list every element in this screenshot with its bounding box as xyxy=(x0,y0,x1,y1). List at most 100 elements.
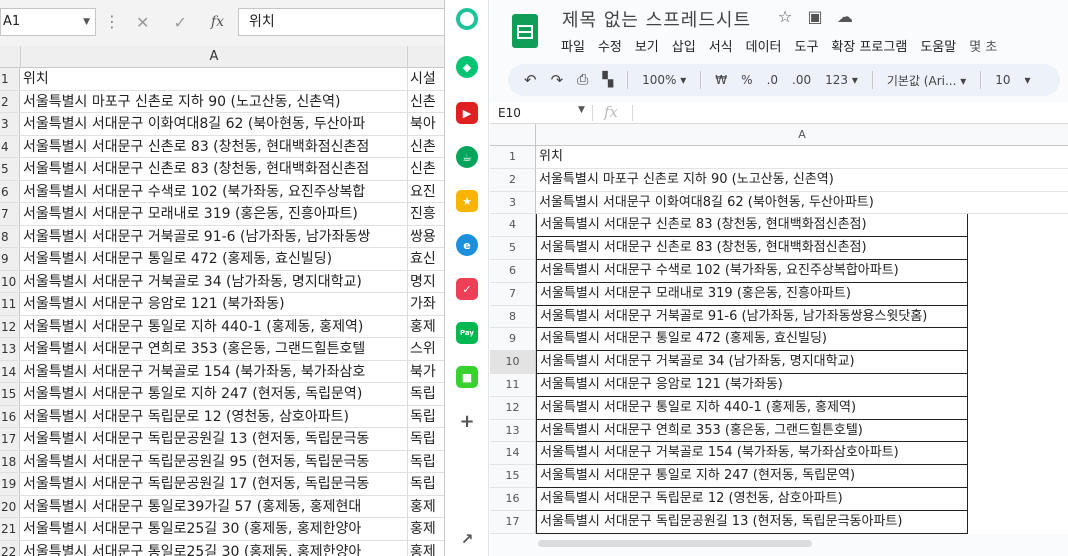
row-header[interactable]: 4 xyxy=(490,214,536,238)
row-header[interactable]: 3 xyxy=(0,113,20,135)
cell-location[interactable]: 서울특별시 서대문구 독립문로 12 (영천동, 삼호아파트) xyxy=(536,487,968,511)
row-header[interactable]: 13 xyxy=(0,338,20,360)
row-header[interactable]: 2 xyxy=(0,90,20,112)
row-header[interactable]: 14 xyxy=(0,360,20,382)
insert-function-icon[interactable]: fx xyxy=(211,14,224,30)
row-header[interactable]: 21 xyxy=(0,518,20,540)
row-header[interactable]: 5 xyxy=(490,237,536,260)
document-title[interactable]: 제목 없는 스프레드시트 xyxy=(562,6,751,32)
cell-location[interactable]: 서울특별시 서대문구 모래내로 319 (홍은동, 진흥아파트) xyxy=(536,282,968,306)
cell-location[interactable]: 위치 xyxy=(536,146,1068,169)
menu-help[interactable]: 도움말 xyxy=(920,36,956,55)
row-header[interactable]: 8 xyxy=(490,305,536,329)
increase-decimal-button[interactable]: .00 xyxy=(792,73,811,87)
chevron-down-icon[interactable]: ▼ xyxy=(578,105,585,115)
chevron-down-icon[interactable]: ▼ xyxy=(83,9,90,35)
row-header[interactable]: 8 xyxy=(0,225,20,247)
row-header[interactable]: 4 xyxy=(0,135,20,157)
row-header[interactable]: 15 xyxy=(0,383,20,405)
cell-facility[interactable]: 진흥 xyxy=(408,203,444,225)
cell-location[interactable]: 서울특별시 서대문구 독립문공원길 13 (현저동, 독립문극동 xyxy=(20,428,408,450)
star-icon[interactable]: ☆ xyxy=(776,8,794,26)
cell-location[interactable]: 서울특별시 서대문구 신촌로 83 (창천동, 현대백화점신촌점) xyxy=(536,214,968,238)
cell-location[interactable]: 서울특별시 서대문구 독립문공원길 17 (현저동, 독립문극동 xyxy=(20,473,408,495)
font-size-chevron-icon[interactable]: ▾ xyxy=(1025,73,1031,87)
cell-location[interactable]: 서울특별시 마포구 신촌로 지하 90 (노고산동, 신촌역) xyxy=(20,90,408,112)
row-header[interactable]: 14 xyxy=(490,442,536,466)
menu-extensions[interactable]: 확장 프로그램 xyxy=(831,36,907,55)
horizontal-scrollbar[interactable] xyxy=(538,540,812,547)
cell-facility[interactable]: 효신 xyxy=(408,248,444,270)
menu-edit[interactable]: 수정 xyxy=(598,36,622,55)
row-header[interactable]: 15 xyxy=(490,465,536,488)
bell-icon[interactable]: ◆ xyxy=(456,56,478,78)
cell-facility[interactable]: 홍제 xyxy=(408,518,444,540)
row-header[interactable]: 10 xyxy=(0,270,20,292)
percent-button[interactable]: % xyxy=(741,73,752,87)
cloud-status-icon[interactable]: ☁ xyxy=(836,8,854,26)
pay-icon[interactable]: Pay xyxy=(456,322,478,344)
cell-facility[interactable]: 홍제 xyxy=(408,496,444,518)
cell-location[interactable]: 서울특별시 서대문구 신촌로 83 (창천동, 현대백화점신촌점 xyxy=(20,135,408,157)
youtube-icon[interactable]: ▶ xyxy=(456,102,478,124)
cell-location[interactable]: 서울특별시 서대문구 거북골로 154 (북가좌동, 북가좌삼호 xyxy=(20,360,408,382)
cell-location[interactable]: 서울특별시 서대문구 신촌로 83 (창천동, 현대백화점신촌점 xyxy=(20,158,408,180)
pocket-icon[interactable]: ✓ xyxy=(456,278,478,300)
cell-location[interactable]: 서울특별시 마포구 신촌로 지하 90 (노고산동, 신촌역) xyxy=(536,169,1068,192)
row-header[interactable]: 16 xyxy=(490,487,536,511)
cell-location[interactable]: 서울특별시 서대문구 연희로 353 (홍은동, 그랜드힐튼호텔) xyxy=(536,419,968,443)
cell-location[interactable]: 서울특별시 서대문구 이화여대8길 62 (북아현동, 두산아파트) xyxy=(536,192,1068,215)
cell-location[interactable]: 서울특별시 서대문구 통일로25길 30 (홍제동, 홍제한양아 xyxy=(20,518,408,540)
undo-icon[interactable]: ↶ xyxy=(524,71,537,89)
menu-data[interactable]: 데이터 xyxy=(746,36,782,55)
cell-facility[interactable]: 홍제 xyxy=(408,316,444,338)
cell-facility[interactable]: 스위 xyxy=(408,338,444,360)
redo-icon[interactable]: ↷ xyxy=(551,71,564,89)
excel-formula-input[interactable]: 위치 xyxy=(238,8,444,36)
move-folder-icon[interactable]: ▣ xyxy=(806,8,824,26)
cell-facility[interactable]: 북가 xyxy=(408,361,444,383)
row-header[interactable]: 17 xyxy=(0,428,20,450)
cell-facility[interactable]: 독립 xyxy=(408,428,444,450)
cell-facility[interactable]: 쌍용 xyxy=(408,226,444,248)
sheets-column-header-a[interactable]: A xyxy=(536,124,1068,146)
menu-insert[interactable]: 삽입 xyxy=(672,36,696,55)
cell-facility[interactable]: 가좌 xyxy=(408,293,444,315)
cell-facility[interactable]: 독립 xyxy=(408,383,444,405)
cell-location[interactable]: 서울특별시 서대문구 독립문공원길 95 (현저동, 독립문극동 xyxy=(20,450,408,472)
cell-location[interactable]: 서울특별시 서대문구 응암로 121 (북가좌동) xyxy=(536,373,968,397)
font-select[interactable]: 기본값 (Ari... ▾ xyxy=(887,72,966,89)
cell-location[interactable]: 서울특별시 서대문구 통일로 지하 440-1 (홍제동, 홍제역) xyxy=(536,396,968,420)
cell-location[interactable]: 서울특별시 서대문구 연희로 353 (홍은동, 그랜드힐튼호텔 xyxy=(20,338,408,360)
excel-column-header-a[interactable]: A xyxy=(20,46,408,68)
row-header[interactable]: 3 xyxy=(490,191,536,215)
cup-icon[interactable]: ☕ xyxy=(456,146,478,168)
cell-facility[interactable]: 신촌 xyxy=(408,136,444,158)
row-header[interactable]: 20 xyxy=(0,495,20,517)
cell-location[interactable]: 서울특별시 서대문구 수색로 102 (북가좌동, 요진주상복합아파트) xyxy=(536,259,968,283)
excel-name-box[interactable]: A1 ▼ xyxy=(0,8,96,36)
font-size-input[interactable]: 10 xyxy=(995,73,1010,87)
row-header[interactable]: 11 xyxy=(0,293,20,315)
currency-button[interactable]: ₩ xyxy=(715,73,727,87)
plus-icon[interactable]: + xyxy=(456,410,478,432)
cell-location[interactable]: 서울특별시 서대문구 모래내로 319 (홍은동, 진흥아파트) xyxy=(20,203,408,225)
row-header[interactable]: 6 xyxy=(490,259,536,283)
circle-app-icon[interactable] xyxy=(456,8,478,30)
row-header[interactable]: 2 xyxy=(490,168,536,192)
external-link-icon[interactable]: ↗ xyxy=(456,528,478,550)
cell-reference-box[interactable]: E10 xyxy=(498,104,521,122)
cell-location[interactable]: 서울특별시 서대문구 수색로 102 (북가좌동, 요진주상복합 xyxy=(20,180,408,202)
sheets-logo-icon[interactable] xyxy=(512,14,538,48)
decrease-decimal-button[interactable]: .0 xyxy=(767,73,778,87)
last-edit-link[interactable]: 몇 초 xyxy=(969,36,997,55)
cell-facility[interactable]: 시설 xyxy=(408,68,444,90)
number-format-select[interactable]: 123 ▾ xyxy=(825,73,858,87)
cell-facility[interactable]: 신촌 xyxy=(408,158,444,180)
row-header[interactable]: 6 xyxy=(0,180,20,202)
cell-location[interactable]: 서울특별시 서대문구 거북골로 91-6 (남가좌동, 남가좌동쌍 xyxy=(20,225,408,247)
cell-location[interactable]: 서울특별시 서대문구 거북골로 91-6 (남가좌동, 남가좌동쌍용스윗닷홈) xyxy=(536,305,968,329)
cell-facility[interactable]: 독립 xyxy=(408,451,444,473)
menu-tools[interactable]: 도구 xyxy=(795,36,819,55)
row-header[interactable]: 10 xyxy=(490,351,536,374)
